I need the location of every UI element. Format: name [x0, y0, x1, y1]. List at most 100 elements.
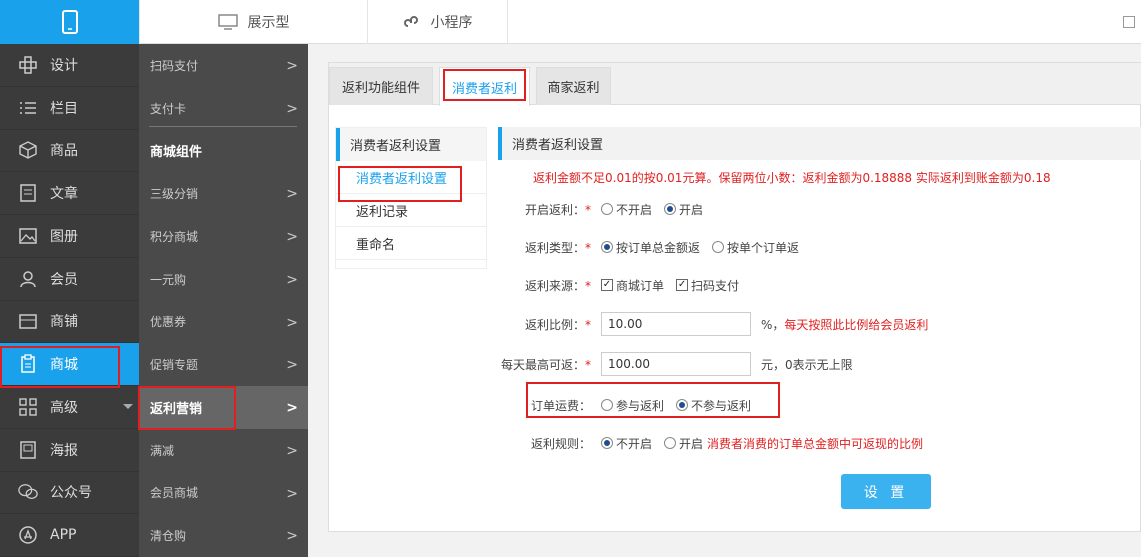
poster-icon: [18, 440, 38, 460]
divider: [149, 126, 297, 127]
sidebar: 设计 栏目 商品 文章 图册 会员 商铺 商城 高级 海报 公众号 APP: [0, 44, 139, 557]
sidebar-item-members[interactable]: 会员: [0, 258, 139, 301]
top-bar: 展示型 小程序: [0, 0, 1141, 44]
chevron-right-icon: >: [286, 442, 298, 459]
sub-item-promotions[interactable]: 促销专题 >: [139, 343, 308, 386]
radio-type-total[interactable]: 按订单总金额返: [601, 239, 700, 256]
checkbox-checked[interactable]: ✓: [676, 279, 689, 291]
app-store-icon: [18, 525, 38, 545]
radio-enable-off[interactable]: 不开启: [601, 201, 652, 218]
sidebar-item-products[interactable]: 商品: [0, 130, 139, 173]
sub-item-label: 三级分销: [150, 187, 199, 202]
form-header: 消费者返利设置: [498, 127, 1141, 160]
chevron-right-icon: >: [286, 400, 298, 416]
sub-section-label: 商城组件: [150, 145, 203, 161]
tab-rebate-components[interactable]: 返利功能组件: [329, 67, 433, 105]
sidebar-item-design[interactable]: 设计: [0, 44, 139, 87]
radio-circle-selected[interactable]: [601, 241, 613, 253]
image-icon: [18, 226, 38, 246]
chevron-right-icon: >: [286, 58, 298, 74]
field-label: 返利来源：*: [524, 278, 591, 293]
max-daily-hint: 元，0表示无上限: [761, 357, 853, 372]
sidebar-item-label: 设计: [50, 57, 78, 74]
chevron-right-icon: >: [286, 100, 298, 117]
sidebar-item-articles[interactable]: 文章: [0, 172, 139, 215]
calculator-icon[interactable]: [1123, 16, 1135, 28]
sidebar-item-app[interactable]: APP: [0, 514, 139, 557]
design-icon: [18, 55, 38, 75]
sub-item-member-mall[interactable]: 会员商城 >: [139, 472, 308, 515]
highlight-settings-item: [338, 166, 462, 202]
sidebar-item-albums[interactable]: 图册: [0, 215, 139, 258]
rebate-note: 返利金额不足0.01的按0.01元算。保留两位小数：返利金额为0.18888 实…: [533, 171, 1051, 185]
article-icon: [18, 183, 38, 203]
sub-item-coupons[interactable]: 优惠券 >: [139, 301, 308, 344]
row-enable-rebate: 开启返利：* 不开启 开启: [498, 197, 715, 221]
wechat-icon: [18, 482, 38, 502]
sub-item-scan-pay[interactable]: 扫码支付 >: [139, 44, 308, 87]
ratio-hint: 每天按照此比例给会员返利: [784, 317, 929, 332]
chevron-right-icon: >: [286, 485, 298, 502]
sub-item-distribution[interactable]: 三级分销 >: [139, 172, 308, 215]
radio-circle-selected[interactable]: [601, 437, 613, 449]
submit-button[interactable]: 设 置: [841, 474, 931, 509]
radio-rule-on[interactable]: 开启: [664, 435, 703, 452]
tab-mini-program-label: 小程序: [430, 15, 473, 31]
radio-circle[interactable]: [712, 241, 725, 253]
sub-item-points-mall[interactable]: 积分商城 >: [139, 215, 308, 258]
checkbox-checked[interactable]: ✓: [601, 279, 613, 291]
sub-item-label: 促销专题: [150, 358, 199, 373]
row-rebate-ratio: 返利比例：* 10.00 %， 每天按照此比例给会员返利: [498, 312, 928, 336]
sidebar-item-official-account[interactable]: 公众号: [0, 472, 139, 515]
field-label: 返利比例：*: [524, 317, 591, 332]
checkbox-scan-pay[interactable]: ✓ 扫码支付: [676, 277, 739, 294]
row-rebate-source: 返利来源：* ✓ 商城订单 ✓ 扫码支付: [498, 273, 751, 297]
tab-display-type[interactable]: 展示型: [139, 0, 368, 44]
sub-section-mall-components: 商城组件: [139, 130, 308, 173]
settings-form: 消费者返利设置 返利金额不足0.01的按0.01元算。保留两位小数：返利金额为0…: [498, 127, 1141, 527]
highlight-shipping: [526, 382, 780, 418]
sidebar-item-columns[interactable]: 栏目: [0, 87, 139, 130]
sidebar-item-stores[interactable]: 商铺: [0, 301, 139, 344]
tab-mini-program[interactable]: 小程序: [368, 0, 508, 44]
highlight-mall: [0, 346, 120, 388]
sidebar-item-label: 图册: [50, 228, 78, 245]
radio-type-single[interactable]: 按单个订单返: [712, 239, 799, 256]
sub-item-label: 积分商城: [150, 229, 199, 244]
tab-label: 返利功能组件: [341, 81, 420, 96]
mobile-logo[interactable]: [0, 0, 139, 44]
sidebar-item-label: APP: [50, 527, 77, 544]
sub-item-pay-card[interactable]: 支付卡 >: [139, 87, 308, 130]
radio-rule-off[interactable]: 不开启: [601, 435, 652, 452]
sub-item-label: 会员商城: [150, 486, 199, 501]
checkbox-mall-orders[interactable]: ✓ 商城订单: [601, 277, 664, 294]
radio-enable-on[interactable]: 开启: [664, 201, 703, 218]
menu-rename[interactable]: 重命名: [336, 227, 486, 260]
sub-item-one-yuan[interactable]: 一元购 >: [139, 258, 308, 301]
max-daily-input[interactable]: 100.00: [601, 352, 751, 376]
chevron-right-icon: >: [286, 229, 298, 245]
row-max-daily: 每天最高可返：* 100.00 元，0表示无上限: [498, 352, 853, 376]
sub-item-label: 一元购: [150, 272, 187, 287]
user-icon: [18, 269, 38, 289]
sidebar-item-advanced[interactable]: 高级: [0, 386, 139, 429]
row-rebate-type: 返利类型：* 按订单总金额返 按单个订单返: [498, 235, 811, 259]
sub-item-discount[interactable]: 满减 >: [139, 429, 308, 472]
radio-circle-selected[interactable]: [664, 203, 677, 215]
ratio-input[interactable]: 10.00: [601, 312, 751, 336]
sub-sidebar: 扫码支付 > 支付卡 > 商城组件 三级分销 > 积分商城 > 一元购 > 优惠券 > 促销…: [139, 44, 308, 557]
chevron-right-icon: >: [286, 314, 298, 331]
radio-circle[interactable]: [601, 203, 613, 215]
mini-program-icon: [403, 16, 418, 27]
mobile-phone-icon: [61, 10, 78, 34]
list-icon: [18, 98, 38, 118]
box-icon: [18, 140, 38, 160]
radio-circle[interactable]: [664, 437, 677, 449]
sub-item-clearance[interactable]: 清仓购 >: [139, 514, 308, 557]
sidebar-item-posters[interactable]: 海报: [0, 429, 139, 472]
highlight-consumer-tab: [443, 69, 526, 101]
sidebar-item-label: 栏目: [50, 100, 78, 117]
sidebar-item-label: 公众号: [50, 485, 92, 502]
rebate-panel: 返利功能组件 消费者返利 商家返利 消费者返利设置 消费者返利设置 返利记录 重…: [328, 62, 1141, 532]
tab-merchant-rebate[interactable]: 商家返利: [536, 67, 611, 105]
